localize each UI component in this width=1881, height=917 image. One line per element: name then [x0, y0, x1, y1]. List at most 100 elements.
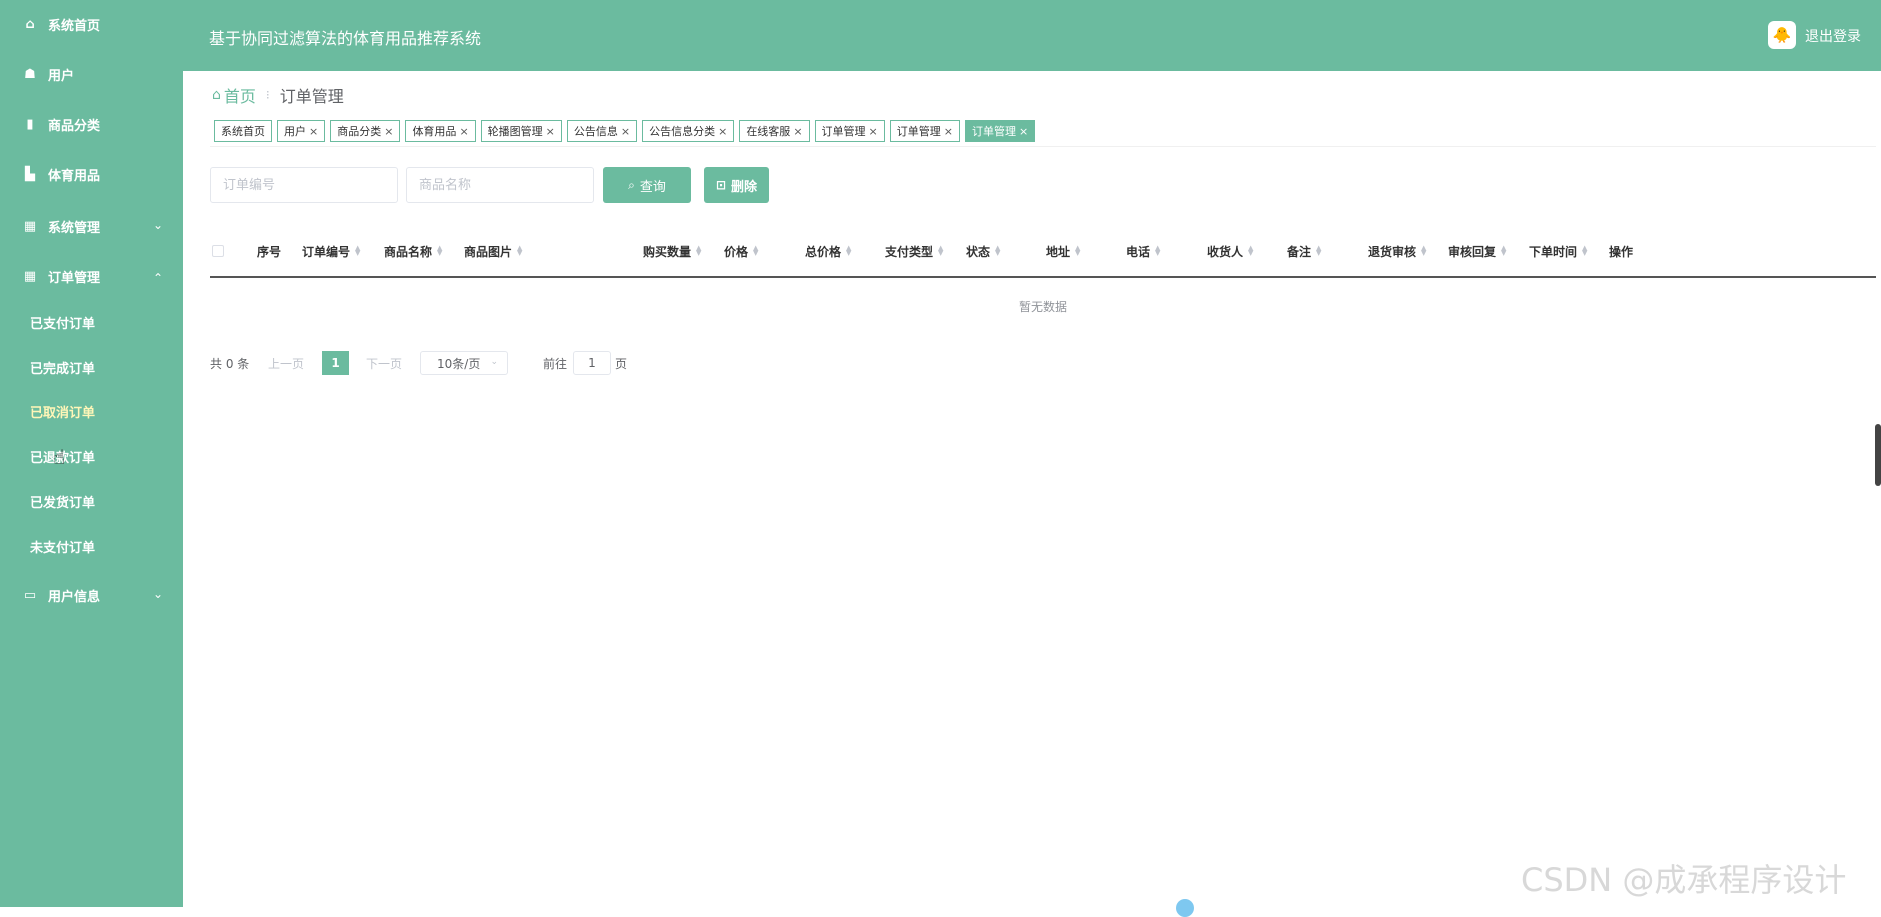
close-icon[interactable]: × [718, 125, 727, 138]
breadcrumb-home-label: 首页 [223, 87, 256, 106]
sort-icon[interactable]: ▲ ▼ [1075, 245, 1080, 257]
sort-icon[interactable]: ▲ ▼ [1582, 245, 1587, 257]
sidebar-sub-shipped-orders[interactable]: 已发货订单 [30, 489, 95, 513]
column-header[interactable]: 下单时间 ▲ ▼ [1529, 243, 1587, 259]
close-icon[interactable]: × [1019, 125, 1028, 138]
close-icon[interactable]: × [869, 125, 878, 138]
tag-orders-active[interactable]: 订单管理 × [964, 120, 1036, 142]
column-header-label: 退货审核 [1368, 244, 1417, 259]
tag-notice[interactable]: 公告信息 × [566, 120, 638, 142]
sort-icon[interactable]: ▲ ▼ [995, 245, 1000, 257]
sort-icon[interactable]: ▲ ▼ [846, 245, 851, 257]
delete-icon: ⊡ [715, 178, 727, 192]
close-icon[interactable]: × [546, 125, 555, 138]
sort-icon[interactable]: ▲ ▼ [696, 245, 701, 257]
tag-label: 轮播图管理 [487, 125, 543, 138]
sidebar-item-orders[interactable]: ▦ 订单管理 ⌃ [0, 261, 183, 291]
column-header[interactable]: 电话 ▲ ▼ [1126, 243, 1160, 259]
sidebar-sub-completed-orders[interactable]: 已完成订单 [30, 355, 95, 379]
sort-icon[interactable]: ▲ ▼ [1421, 245, 1426, 257]
column-header-label: 操作 [1609, 244, 1634, 259]
sidebar-item-label: 系统首页 [48, 18, 101, 34]
sort-icon[interactable]: ▲ ▼ [1316, 245, 1321, 257]
pagination-next[interactable]: 下一页 [366, 351, 402, 375]
tag-carousel[interactable]: 轮播图管理 × [480, 120, 562, 142]
floating-dot [1176, 899, 1194, 917]
sort-icon[interactable]: ▲ ▼ [1155, 245, 1160, 257]
sidebar-item-label: 用户 [48, 68, 75, 84]
column-header-label: 价格 [724, 244, 749, 259]
card-icon: ▭ [23, 587, 37, 603]
sidebar-item-system[interactable]: ▦ 系统管理 ⌄ [0, 211, 183, 241]
close-icon[interactable]: × [459, 125, 468, 138]
close-icon[interactable]: × [309, 125, 318, 138]
delete-button[interactable]: ⊡ 删除 [704, 167, 769, 203]
pagination-goto-input[interactable] [573, 351, 611, 375]
sidebar-sub-paid-orders[interactable]: 已支付订单 [30, 310, 95, 334]
sort-icon[interactable]: ▲ ▼ [938, 245, 943, 257]
column-header[interactable]: 状态 ▲ ▼ [966, 243, 1000, 259]
sort-icon[interactable]: ▲ ▼ [1501, 245, 1506, 257]
tag-sports-goods[interactable]: 体育用品 × [405, 120, 476, 142]
sort-icon[interactable]: ▲ ▼ [517, 245, 522, 257]
column-header-label: 序号 [257, 244, 282, 259]
empty-state: 暂无数据 [1019, 300, 1068, 314]
column-header[interactable]: 购买数量 ▲ ▼ [643, 243, 701, 259]
close-icon[interactable]: × [944, 125, 953, 138]
tag-orders[interactable]: 订单管理 × [814, 120, 885, 142]
column-header[interactable]: 商品图片 ▲ ▼ [464, 243, 522, 259]
grid-icon: ▦ [23, 218, 37, 234]
order-no-input[interactable] [210, 167, 398, 203]
pagination-page[interactable]: 1 [322, 351, 349, 375]
pagination-prev[interactable]: 上一页 [268, 351, 304, 375]
chevron-down-icon: ⌄ [152, 218, 163, 232]
sort-icon[interactable]: ▲ ▼ [437, 245, 442, 257]
sort-icon[interactable]: ▲ ▼ [1248, 245, 1253, 257]
tag-label: 商品分类 [337, 125, 382, 138]
sidebar-sub-cancelled-orders[interactable]: 已取消订单 [30, 399, 95, 423]
chevron-down-icon: ⌄ [490, 357, 498, 367]
sidebar-item-user[interactable]: ☗ 用户 [0, 59, 183, 89]
column-header[interactable]: 地址 ▲ ▼ [1046, 243, 1080, 259]
bar-chart-icon: ▙ [25, 166, 35, 182]
page-size-value: 10条/页 [437, 356, 481, 371]
scrollbar[interactable] [1875, 424, 1881, 486]
breadcrumb-home[interactable]: ⌂ 首页 [212, 83, 256, 107]
column-header[interactable]: 商品名称 ▲ ▼ [384, 243, 442, 259]
column-header[interactable]: 订单编号 ▲ ▼ [302, 243, 360, 259]
column-header: 序号 [257, 243, 281, 259]
close-icon[interactable]: × [793, 125, 802, 138]
avatar[interactable]: 🐥 [1768, 21, 1796, 49]
sidebar-item-home[interactable]: ⌂ 系统首页 [0, 9, 183, 39]
sidebar-item-category[interactable]: ▮ 商品分类 [0, 109, 183, 139]
tag-online-service[interactable]: 在线客服 × [739, 120, 810, 142]
sidebar-sub-unpaid-orders[interactable]: 未支付订单 [30, 534, 95, 558]
page-size-select[interactable]: 10条/页 ⌄ [420, 351, 508, 375]
column-header[interactable]: 价格 ▲ ▼ [724, 243, 758, 259]
close-icon[interactable]: × [384, 125, 393, 138]
tag-category[interactable]: 商品分类 × [330, 120, 401, 142]
tag-notice-category[interactable]: 公告信息分类 × [642, 120, 735, 142]
product-name-input[interactable] [406, 167, 594, 203]
pagination-goto-suffix: 页 [615, 356, 628, 371]
book-icon: ▮ [26, 116, 34, 132]
sidebar-item-sports-goods[interactable]: ▙ 体育用品 [0, 159, 183, 189]
close-icon[interactable]: × [621, 125, 630, 138]
column-header[interactable]: 收货人 ▲ ▼ [1207, 243, 1253, 259]
logout-button[interactable]: 退出登录 [1805, 26, 1861, 46]
column-header[interactable]: 审核回复 ▲ ▼ [1448, 243, 1506, 259]
query-button[interactable]: ⌕ 查询 [603, 167, 691, 203]
tag-home[interactable]: 系统首页 [214, 120, 272, 142]
sidebar-item-user-info[interactable]: ▭ 用户信息 ⌄ [0, 580, 183, 610]
column-header[interactable]: 总价格 ▲ ▼ [805, 243, 851, 259]
home-icon: ⌂ [25, 16, 35, 32]
sort-icon[interactable]: ▲ ▼ [355, 245, 360, 257]
select-all-checkbox[interactable] [212, 245, 224, 257]
column-header[interactable]: 支付类型 ▲ ▼ [885, 243, 943, 259]
tag-user[interactable]: 用户 × [277, 120, 326, 142]
search-icon: ⌕ [628, 177, 635, 192]
column-header[interactable]: 退货审核 ▲ ▼ [1368, 243, 1426, 259]
sort-icon[interactable]: ▲ ▼ [753, 245, 758, 257]
column-header[interactable]: 备注 ▲ ▼ [1287, 243, 1321, 259]
tag-orders[interactable]: 订单管理 × [889, 120, 960, 142]
